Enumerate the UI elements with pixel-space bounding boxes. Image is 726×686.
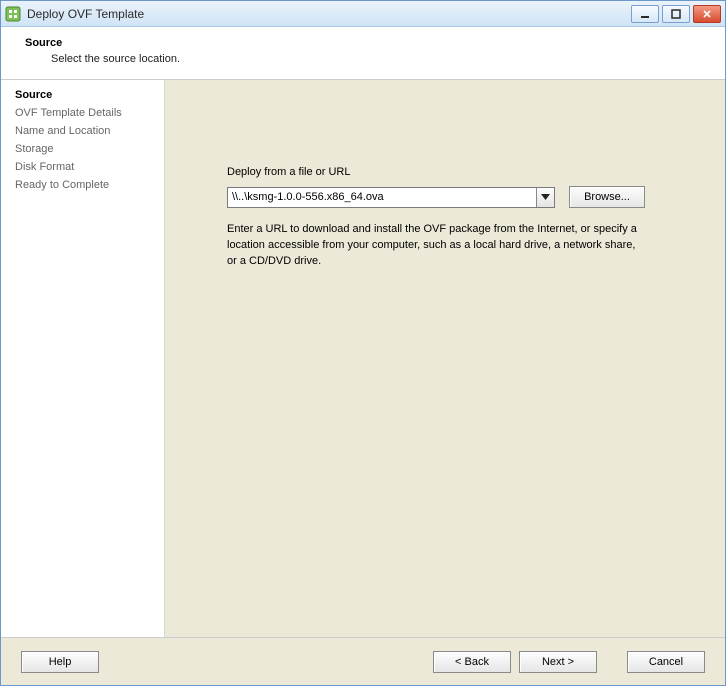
wizard-header: Source Select the source location.: [1, 27, 725, 80]
source-form: Deploy from a file or URL Browse... Ente…: [227, 166, 695, 270]
maximize-button[interactable]: [662, 5, 690, 23]
source-hint-text: Enter a URL to download and install the …: [227, 222, 647, 270]
source-path-input[interactable]: [228, 188, 536, 207]
close-button[interactable]: [693, 5, 721, 23]
minimize-button[interactable]: [631, 5, 659, 23]
source-row: Browse...: [227, 186, 695, 208]
source-combobox[interactable]: [227, 187, 555, 208]
step-disk-format[interactable]: Disk Format: [1, 158, 164, 176]
wizard-content: Deploy from a file or URL Browse... Ente…: [165, 80, 725, 637]
step-name-location[interactable]: Name and Location: [1, 122, 164, 140]
cancel-button[interactable]: Cancel: [627, 651, 705, 673]
app-icon: [5, 6, 21, 22]
page-subtitle: Select the source location.: [51, 53, 701, 65]
source-field-label: Deploy from a file or URL: [227, 166, 695, 178]
page-title: Source: [25, 37, 701, 49]
source-dropdown-button[interactable]: [536, 188, 554, 207]
step-ready[interactable]: Ready to Complete: [1, 176, 164, 194]
browse-button[interactable]: Browse...: [569, 186, 645, 208]
titlebar: Deploy OVF Template: [1, 1, 725, 27]
maximize-icon: [671, 9, 681, 19]
wizard-footer: Help < Back Next > Cancel: [1, 637, 725, 685]
close-icon: [702, 9, 712, 19]
chevron-down-icon: [541, 194, 550, 200]
step-source[interactable]: Source: [1, 86, 164, 104]
next-button[interactable]: Next >: [519, 651, 597, 673]
help-button[interactable]: Help: [21, 651, 99, 673]
deploy-ovf-window: Deploy OVF Template Source Select the so…: [0, 0, 726, 686]
step-ovf-details[interactable]: OVF Template Details: [1, 104, 164, 122]
wizard-body: Source OVF Template Details Name and Loc…: [1, 80, 725, 637]
minimize-icon: [640, 9, 650, 19]
window-title: Deploy OVF Template: [27, 7, 631, 21]
back-button[interactable]: < Back: [433, 651, 511, 673]
wizard-steps: Source OVF Template Details Name and Loc…: [1, 80, 165, 637]
window-controls: [631, 5, 721, 23]
step-storage[interactable]: Storage: [1, 140, 164, 158]
